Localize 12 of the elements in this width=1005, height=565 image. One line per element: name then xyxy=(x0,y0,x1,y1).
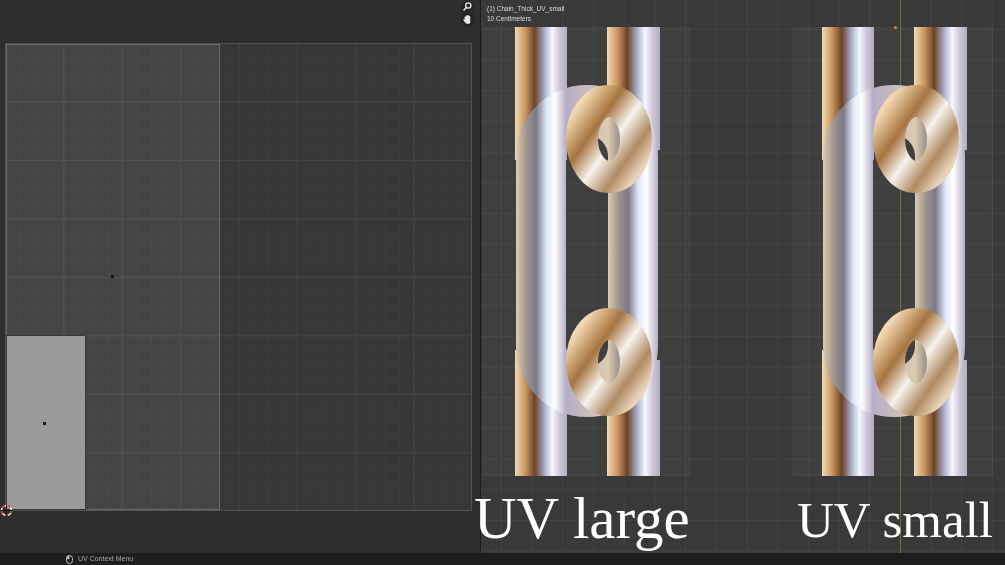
origin-dot-icon xyxy=(894,26,897,29)
zoom-icon[interactable] xyxy=(461,0,474,13)
uv-island[interactable] xyxy=(6,44,220,510)
plane-object[interactable] xyxy=(483,27,690,476)
uv-island[interactable] xyxy=(6,335,86,510)
chain-drawing[interactable] xyxy=(822,27,967,476)
chain-drawing[interactable] xyxy=(515,27,660,476)
plane-object[interactable] xyxy=(793,27,993,476)
caption-text: UV small xyxy=(797,495,993,546)
hand-icon[interactable] xyxy=(460,12,475,27)
mouse-icon xyxy=(66,554,73,564)
cursor-crosshair-icon[interactable] xyxy=(0,504,13,517)
